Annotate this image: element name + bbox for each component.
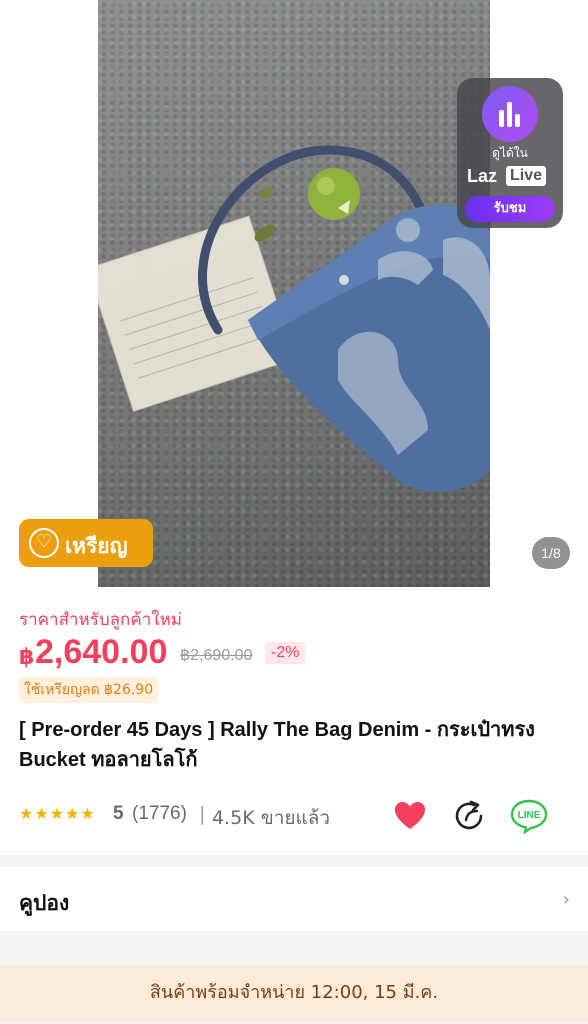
current-price: 2,640.00 [35, 633, 168, 671]
rating-count[interactable]: (1776) [132, 803, 187, 825]
product-image-gallery[interactable]: ดูได้ใน Laz Live รับชม เหรียญ 1/8 [0, 0, 588, 587]
discount-badge: -2% [265, 642, 306, 664]
coupon-label: คูปอง [19, 891, 70, 915]
rating-stars-icon: ★★★★★ [19, 804, 96, 823]
original-price: ฿2,690.00 [180, 647, 253, 664]
coin-badge: เหรียญ [19, 519, 153, 567]
rating-score: 5 [113, 803, 124, 824]
sale-availability-banner: สินค้าพร้อมจำหน่าย 12:00, 15 มี.ค. [0, 965, 588, 1021]
coin-badge-label: เหรียญ [65, 534, 128, 558]
product-info-section: ราคาสำหรับลูกค้าใหม่ ฿ 2,640.00 ฿2,690.0… [0, 587, 588, 855]
laz-live-badge[interactable]: ดูได้ใน Laz Live รับชม [457, 78, 563, 228]
live-watch-text: ดูได้ใน [492, 146, 528, 160]
chevron-right-icon: › [562, 889, 570, 910]
product-title: [ Pre-order 45 Days ] Rally The Bag Deni… [19, 719, 535, 771]
svg-text:LINE: LINE [518, 810, 541, 821]
rating-row[interactable]: ★★★★★ 5 (1776) | 4.5K ขายแล้ว LINE [19, 799, 579, 835]
share-icon[interactable] [452, 798, 488, 834]
price-currency: ฿ [19, 645, 35, 670]
line-share-icon[interactable]: LINE [510, 798, 548, 835]
new-customer-price-label: ราคาสำหรับลูกค้าใหม่ [19, 610, 182, 630]
coupon-row[interactable]: คูปอง › [0, 867, 588, 931]
coin-discount-label[interactable]: ใช้เหรียญลด ฿26.90 [19, 677, 159, 703]
product-photo[interactable] [98, 0, 490, 587]
coin-heart-icon [29, 528, 59, 558]
sale-availability-text: สินค้าพร้อมจำหน่าย 12:00, 15 มี.ค. [149, 982, 439, 1003]
sold-count: 4.5K ขายแล้ว [212, 807, 331, 829]
live-brand-text: Live [506, 166, 547, 186]
live-bars-icon [482, 86, 538, 142]
wishlist-heart-icon[interactable] [392, 798, 428, 834]
rating-separator: | [199, 803, 206, 825]
laz-brand-text: Laz [467, 166, 498, 186]
product-photo-illustration [98, 145, 490, 492]
image-page-indicator: 1/8 [532, 537, 570, 569]
watch-live-button[interactable]: รับชม [465, 196, 555, 222]
